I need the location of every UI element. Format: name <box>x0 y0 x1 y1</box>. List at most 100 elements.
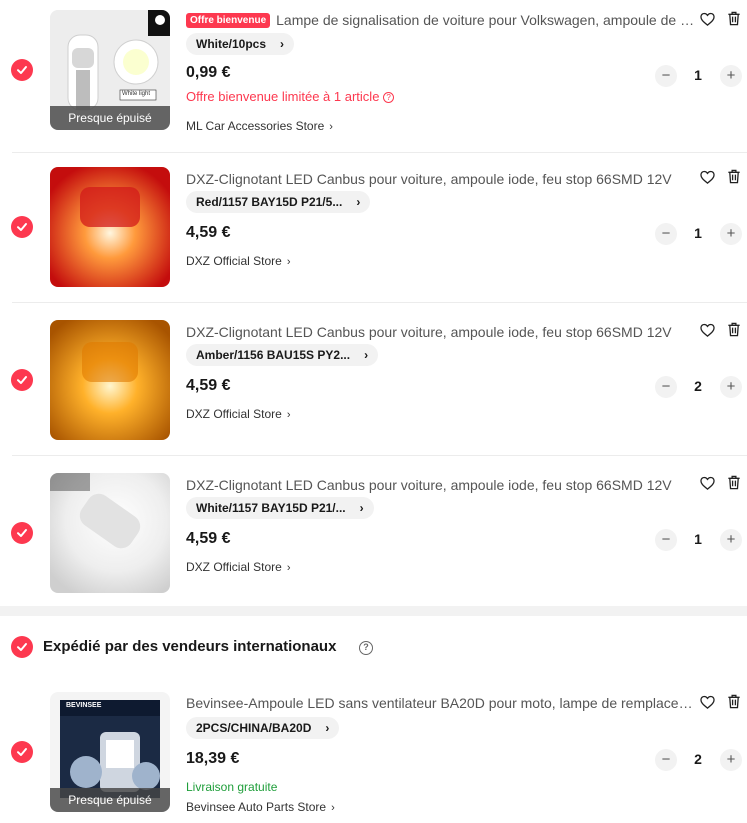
chevron-right-icon: › <box>286 562 291 574</box>
variant-selector[interactable]: Amber/1156 BAU15S PY2... › <box>186 344 379 366</box>
chevron-right-icon: › <box>286 256 291 268</box>
white-bulb-image <box>50 473 170 593</box>
product-image[interactable]: BEVINSEE Presque épuisé <box>50 692 170 812</box>
quantity-decrease-button[interactable]: − <box>655 376 677 398</box>
store-link[interactable]: Bevinsee Auto Parts Store › <box>186 800 335 814</box>
product-title[interactable]: DXZ-Clignotant LED Canbus pour voiture, … <box>186 171 672 187</box>
heart-icon[interactable] <box>700 695 715 710</box>
trash-icon[interactable] <box>727 475 741 490</box>
item-select-checkbox[interactable] <box>11 59 33 81</box>
store-name: DXZ Official Store <box>186 560 282 574</box>
quantity-value[interactable]: 1 <box>688 67 708 83</box>
quantity-decrease-button[interactable]: − <box>655 223 677 245</box>
quantity-increase-button[interactable]: + <box>720 223 742 245</box>
cart-item: DXZ-Clignotant LED Canbus pour voiture, … <box>0 303 747 456</box>
info-circle-icon[interactable]: ? <box>359 641 373 655</box>
promo-limit-note: Offre bienvenue limitée à 1 article ? <box>186 89 395 104</box>
store-link[interactable]: ML Car Accessories Store › <box>186 119 333 133</box>
cart-item: DXZ-Clignotant LED Canbus pour voiture, … <box>0 456 747 609</box>
price: 0,99 € <box>186 64 231 81</box>
cart-item: DXZ-Clignotant LED Canbus pour voiture, … <box>0 150 747 303</box>
quantity-increase-button[interactable]: + <box>720 749 742 771</box>
title-line: DXZ-Clignotant LED Canbus pour voiture, … <box>186 323 696 341</box>
variant-selector[interactable]: White/10pcs › <box>186 33 295 55</box>
store-link[interactable]: DXZ Official Store › <box>186 560 290 574</box>
stock-badge: Presque épuisé <box>50 106 170 130</box>
store-link[interactable]: DXZ Official Store › <box>186 407 290 421</box>
check-icon <box>17 66 27 74</box>
quantity-increase-button[interactable]: + <box>720 65 742 87</box>
free-shipping-note: Livraison gratuite <box>186 780 278 794</box>
title-line: Bevinsee-Ampoule LED sans ventilateur BA… <box>186 694 696 712</box>
product-title[interactable]: Bevinsee-Ampoule LED sans ventilateur BA… <box>186 695 696 711</box>
chevron-right-icon: › <box>356 195 361 209</box>
heart-icon[interactable] <box>700 170 715 185</box>
cart-item: BEVINSEE Presque épuisé Bevinsee-Ampoule… <box>0 680 747 823</box>
quantity-decrease-button[interactable]: − <box>655 749 677 771</box>
section-title: Expédié par des vendeurs internationaux <box>43 638 337 655</box>
product-image[interactable] <box>50 320 170 440</box>
promo-limit-text: Offre bienvenue limitée à 1 article <box>186 89 380 104</box>
stock-badge: Presque épuisé <box>50 788 170 812</box>
quantity-increase-button[interactable]: + <box>720 376 742 398</box>
variant-label: Amber/1156 BAU15S PY2... <box>196 348 351 362</box>
quantity-value[interactable]: 1 <box>688 225 708 241</box>
price: 4,59 € <box>186 377 231 394</box>
variant-selector[interactable]: Red/1157 BAY15D P21/5... › <box>186 191 371 213</box>
price: 4,59 € <box>186 224 231 241</box>
heart-icon[interactable] <box>700 323 715 338</box>
chevron-right-icon: › <box>280 37 285 51</box>
trash-icon[interactable] <box>727 11 741 26</box>
title-line: Offre bienvenue Lampe de signalisation d… <box>186 11 696 29</box>
product-title[interactable]: DXZ-Clignotant LED Canbus pour voiture, … <box>186 477 672 493</box>
variant-label: White/1157 BAY15D P21/... <box>196 501 346 515</box>
product-title[interactable]: Lampe de signalisation de voiture pour V… <box>276 12 696 28</box>
product-title[interactable]: DXZ-Clignotant LED Canbus pour voiture, … <box>186 324 672 340</box>
chevron-right-icon: › <box>329 121 333 133</box>
check-icon <box>17 376 27 384</box>
trash-icon[interactable] <box>727 322 741 337</box>
quantity-decrease-button[interactable]: − <box>655 529 677 551</box>
heart-icon[interactable] <box>700 476 715 491</box>
heart-icon[interactable] <box>700 12 715 27</box>
item-select-checkbox[interactable] <box>11 216 33 238</box>
product-image[interactable] <box>50 167 170 287</box>
section-divider <box>0 606 747 616</box>
store-name: DXZ Official Store <box>186 407 282 421</box>
variant-label: 2PCS/CHINA/BA20D <box>196 721 312 735</box>
item-select-checkbox[interactable] <box>11 369 33 391</box>
help-circle-icon[interactable]: ? <box>383 92 395 103</box>
store-link[interactable]: DXZ Official Store › <box>186 254 290 268</box>
quantity-increase-button[interactable]: + <box>720 529 742 551</box>
brand-label: BEVINSEE <box>66 702 102 709</box>
product-image[interactable]: White light Presque épuisé <box>50 10 170 130</box>
trash-icon[interactable] <box>727 169 741 184</box>
store-name: ML Car Accessories Store <box>186 119 325 133</box>
chevron-right-icon: › <box>359 501 364 515</box>
check-icon <box>17 529 27 537</box>
check-icon <box>17 748 27 756</box>
title-line: DXZ-Clignotant LED Canbus pour voiture, … <box>186 476 696 494</box>
chevron-right-icon: › <box>325 721 330 735</box>
red-bulb-image <box>50 167 170 287</box>
chevron-right-icon: › <box>331 802 335 814</box>
check-icon <box>17 643 27 651</box>
quantity-decrease-button[interactable]: − <box>655 65 677 87</box>
promo-badge: Offre bienvenue <box>186 12 271 28</box>
trash-icon[interactable] <box>727 694 741 709</box>
variant-selector[interactable]: White/1157 BAY15D P21/... › <box>186 497 374 519</box>
item-select-checkbox[interactable] <box>11 741 33 763</box>
item-select-checkbox[interactable] <box>11 522 33 544</box>
chevron-right-icon: › <box>286 409 291 421</box>
image-label: White light <box>122 91 151 97</box>
product-image[interactable] <box>50 473 170 593</box>
cart-item: White light Presque épuisé Offre bienven… <box>0 0 747 153</box>
quantity-value[interactable]: 1 <box>688 531 708 547</box>
international-sellers-header: Expédié par des vendeurs internationaux … <box>0 628 747 664</box>
price: 4,59 € <box>186 530 231 547</box>
quantity-value[interactable]: 2 <box>688 378 708 394</box>
variant-label: White/10pcs <box>196 37 267 51</box>
variant-selector[interactable]: 2PCS/CHINA/BA20D › <box>186 717 340 739</box>
quantity-value[interactable]: 2 <box>688 751 708 767</box>
section-select-checkbox[interactable] <box>11 636 33 658</box>
